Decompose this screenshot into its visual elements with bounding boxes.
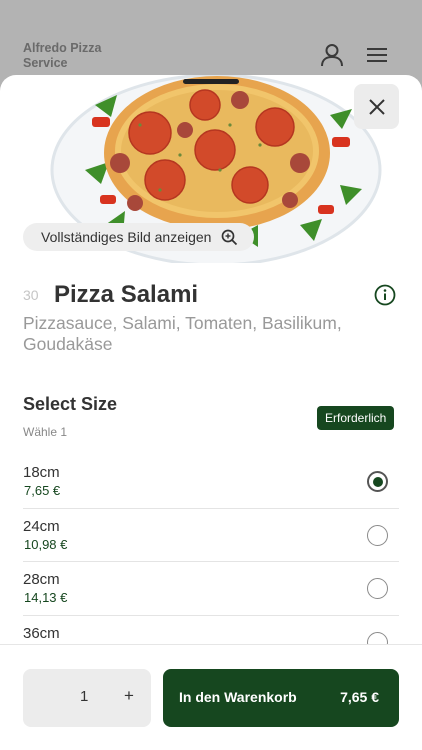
menu-icon[interactable]: [364, 42, 390, 68]
close-button[interactable]: [354, 84, 399, 129]
cart-footer: 1 + In den Warenkorb 7,65 €: [0, 644, 422, 750]
add-to-cart-label: In den Warenkorb: [179, 689, 297, 705]
size-option-label: 18cm: [23, 464, 60, 481]
size-radio[interactable]: [367, 578, 388, 599]
size-section-subtitle: Wähle 1: [23, 425, 68, 439]
product-description: Pizzasauce, Salami, Tomaten, Basilikum, …: [23, 313, 342, 354]
size-option-price: 14,13 €: [24, 590, 68, 605]
size-section-title: Select Size: [23, 394, 118, 414]
product-number: 30: [23, 287, 39, 303]
quantity-stepper[interactable]: 1 +: [23, 669, 151, 727]
sheet-handle[interactable]: [183, 79, 239, 84]
product-title-row: 30 Pizza Salami: [23, 281, 399, 309]
size-option-price: 7,65 €: [24, 483, 61, 498]
increase-quantity-button[interactable]: +: [122, 686, 136, 706]
required-badge: Erforderlich: [317, 406, 395, 430]
product-sheet: Vollständiges Bild anzeigen 30 Pizza Sal…: [0, 75, 422, 750]
size-option-18cm[interactable]: 18cm 7,65 €: [23, 455, 399, 509]
size-option-label: 36cm: [23, 624, 60, 642]
size-option-label: 28cm: [23, 571, 60, 588]
size-radio[interactable]: [367, 524, 388, 546]
brand-name: Alfredo Pizza Service: [23, 41, 102, 70]
size-radio-selected[interactable]: [367, 471, 388, 492]
product-name: Pizza Salami: [54, 281, 199, 308]
size-option-label: 24cm: [23, 517, 60, 535]
quantity-value: 1: [80, 688, 89, 705]
add-to-cart-button[interactable]: In den Warenkorb 7,65 €: [163, 669, 399, 727]
cart-total-price: 7,65 €: [340, 689, 379, 705]
view-full-image-label: Vollständiges Bild anzeigen: [41, 229, 212, 245]
zoom-in-icon: [221, 229, 238, 246]
info-icon[interactable]: [374, 284, 396, 306]
size-options-list: 18cm 7,65 € 24cm 10,98 € 28cm 14,13 € 36…: [23, 455, 399, 669]
size-option-price: 10,98 €: [24, 536, 68, 552]
user-icon[interactable]: [319, 42, 345, 68]
close-icon: [368, 98, 386, 116]
size-option-28cm[interactable]: 28cm 14,13 €: [23, 562, 399, 616]
view-full-image-button[interactable]: Vollständiges Bild anzeigen: [23, 223, 255, 251]
product-image: Vollständiges Bild anzeigen: [0, 75, 422, 263]
size-option-24cm[interactable]: 24cm 10,98 €: [23, 509, 399, 562]
